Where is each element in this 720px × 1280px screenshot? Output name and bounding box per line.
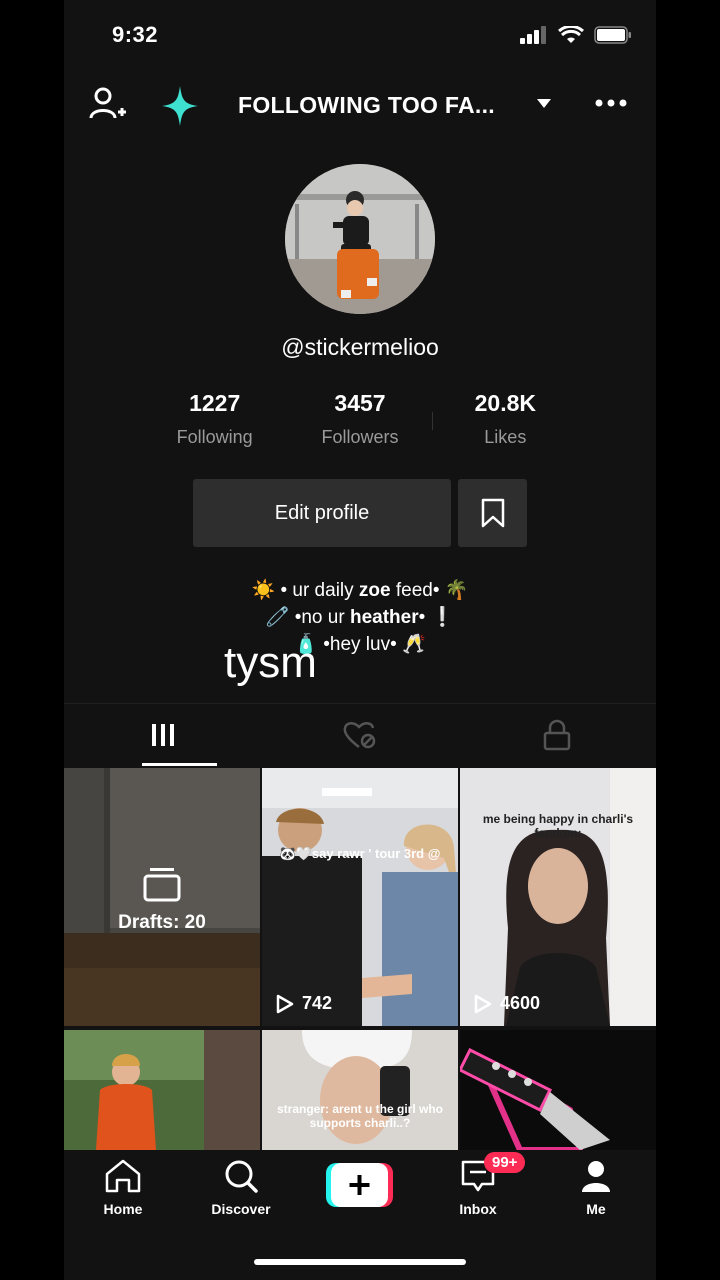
nav-discover[interactable]: Discover bbox=[191, 1158, 291, 1217]
stat-following[interactable]: 1227 Following bbox=[142, 390, 287, 460]
video-tile[interactable]: 🐼🤍say rawr ' tour 3rd @ 742 bbox=[262, 768, 458, 1026]
video-thumbnail bbox=[262, 768, 458, 1026]
sparkle-icon[interactable] bbox=[160, 84, 200, 128]
username: @stickermelioo bbox=[281, 334, 439, 360]
favorites-button[interactable] bbox=[458, 479, 527, 547]
followers-count: 3457 bbox=[334, 390, 386, 416]
nav-me[interactable]: Me bbox=[546, 1158, 646, 1217]
bookmark-icon bbox=[481, 498, 504, 528]
stat-divider bbox=[432, 412, 433, 430]
bio-line-2: 🧷 •no ur heather• ❕ bbox=[64, 604, 656, 631]
bio-line-2-bold: heather bbox=[349, 607, 419, 628]
home-icon bbox=[105, 1159, 141, 1193]
profile-bio: ☀️ • ur daily zoe feed• 🌴 🧷 •no ur heath… bbox=[64, 577, 656, 658]
tab-videos[interactable] bbox=[64, 704, 261, 766]
play-icon bbox=[276, 994, 294, 1013]
inbox-badge: 99+ bbox=[484, 1152, 526, 1173]
more-options-icon[interactable] bbox=[594, 98, 628, 108]
nav-discover-label: Discover bbox=[211, 1201, 271, 1217]
play-icon bbox=[474, 994, 492, 1013]
following-count: 1227 bbox=[189, 390, 241, 416]
profile-stats: 1227 Following 3457 Followers 20.8K Like… bbox=[142, 390, 578, 460]
avatar[interactable] bbox=[285, 164, 435, 314]
video-thumbnail bbox=[460, 768, 656, 1026]
wifi-icon bbox=[558, 26, 584, 43]
edit-profile-button[interactable]: Edit profile bbox=[193, 479, 451, 547]
video-tile[interactable] bbox=[460, 1030, 656, 1150]
account-switcher-title[interactable]: FOLLOWING TOO FA... bbox=[238, 92, 495, 119]
status-bar: 9:32 bbox=[64, 0, 656, 72]
video-caption: stranger: arent u the girl who supports … bbox=[276, 1102, 444, 1130]
hidden-heart-icon bbox=[343, 722, 375, 749]
view-count: 742 bbox=[276, 993, 332, 1014]
video-thumbnail bbox=[460, 1030, 656, 1150]
status-icons bbox=[520, 26, 632, 44]
video-tile[interactable]: me being happy in charli's fandom: 4600 bbox=[460, 768, 656, 1026]
view-count-value: 4600 bbox=[500, 993, 541, 1013]
grid-icon bbox=[151, 724, 174, 746]
bio-line-3: 🧴 •hey luv• 🥂 bbox=[294, 634, 426, 655]
chevron-down-icon[interactable] bbox=[536, 98, 552, 110]
active-tab-indicator bbox=[142, 763, 217, 766]
video-caption: me being happy in charli's fandom: bbox=[482, 812, 634, 840]
drafts-tile[interactable]: Drafts: 20 bbox=[64, 768, 260, 1026]
bio-line-1-bold: zoe bbox=[358, 580, 391, 601]
stat-likes[interactable]: 20.8K Likes bbox=[433, 390, 578, 460]
video-tile[interactable] bbox=[64, 1030, 260, 1150]
likes-label: Likes bbox=[484, 427, 527, 447]
profile-tabs bbox=[64, 703, 656, 766]
home-indicator bbox=[254, 1259, 466, 1265]
search-icon bbox=[225, 1160, 258, 1193]
video-thumbnail bbox=[64, 1030, 260, 1150]
lock-icon bbox=[543, 719, 570, 751]
nav-me-label: Me bbox=[586, 1201, 606, 1217]
likes-count: 20.8K bbox=[474, 390, 536, 416]
profile-icon bbox=[582, 1161, 610, 1192]
following-label: Following bbox=[176, 427, 253, 447]
bio-line-1-b: feed• 🌴 bbox=[390, 580, 469, 601]
nav-home-label: Home bbox=[103, 1201, 143, 1217]
overlay-caption: tysm bbox=[224, 638, 317, 687]
avatar-photo bbox=[285, 164, 435, 314]
nav-inbox-label: Inbox bbox=[459, 1201, 497, 1217]
view-count: 4600 bbox=[474, 993, 540, 1014]
bio-line-1-a: ☀️ • ur daily bbox=[251, 580, 359, 601]
bio-line-2-b: • ❕ bbox=[418, 607, 455, 628]
create-button[interactable] bbox=[326, 1163, 393, 1207]
bio-line-2-a: 🧷 •no ur bbox=[265, 607, 350, 628]
signal-icon bbox=[520, 26, 546, 44]
stat-followers[interactable]: 3457 Followers bbox=[287, 390, 432, 460]
view-count-value: 742 bbox=[302, 993, 333, 1013]
followers-label: Followers bbox=[321, 427, 399, 447]
video-thumbnail bbox=[262, 1030, 458, 1150]
nav-home[interactable]: Home bbox=[73, 1158, 173, 1217]
drafts-label: Drafts: 20 bbox=[118, 912, 206, 933]
bio-line-1: ☀️ • ur daily zoe feed• 🌴 bbox=[64, 577, 656, 604]
battery-icon bbox=[594, 26, 631, 44]
profile-header: FOLLOWING TOO FA... bbox=[64, 80, 656, 130]
tab-liked[interactable] bbox=[261, 704, 458, 766]
drafts-icon bbox=[143, 868, 181, 902]
status-time: 9:32 bbox=[112, 22, 159, 47]
tab-private[interactable] bbox=[458, 704, 655, 766]
video-caption: 🐼🤍say rawr ' tour 3rd @ bbox=[279, 846, 441, 861]
add-friend-icon[interactable] bbox=[88, 84, 128, 124]
phone-screen: 9:32 FOLLOWING TOO FA... @stickermelioo … bbox=[64, 0, 656, 1280]
video-tile[interactable]: stranger: arent u the girl who supports … bbox=[262, 1030, 458, 1150]
